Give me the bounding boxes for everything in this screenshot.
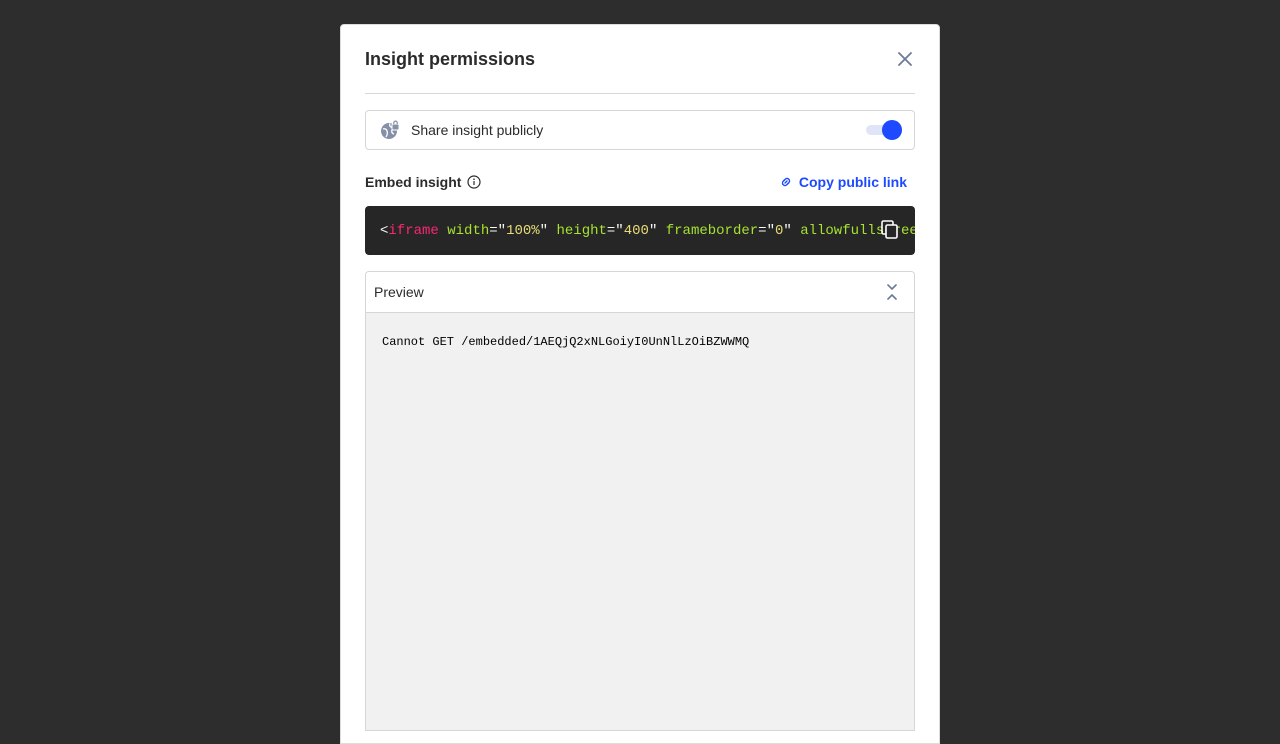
code-value: 100% — [506, 222, 540, 239]
insight-permissions-modal: Insight permissions Share insight public… — [340, 24, 940, 744]
share-publicly-toggle[interactable] — [866, 120, 902, 140]
link-icon — [779, 175, 793, 189]
preview-header[interactable]: Preview — [366, 272, 914, 313]
copy-icon — [881, 220, 898, 239]
embed-title-text: Embed insight — [365, 174, 462, 190]
embed-code-block[interactable]: <iframe width="100%" height="400" frameb… — [365, 206, 915, 255]
code-token: " — [539, 222, 557, 239]
modal-header: Insight permissions — [365, 25, 915, 94]
code-token: =" — [758, 222, 775, 239]
copy-public-link-button[interactable]: Copy public link — [779, 174, 907, 190]
collapse-icon — [887, 284, 897, 300]
code-attr: frameborder — [665, 222, 759, 239]
info-icon[interactable] — [467, 175, 482, 189]
modal-title: Insight permissions — [365, 48, 536, 69]
code-attr: width — [447, 222, 490, 239]
close-icon — [898, 52, 912, 66]
share-publicly-row: Share insight publicly — [365, 110, 915, 150]
toggle-knob — [882, 120, 902, 140]
share-label: Share insight publicly — [411, 122, 544, 138]
preview-label: Preview — [374, 284, 424, 300]
code-token: =" — [606, 222, 624, 239]
preview-iframe: Cannot GET /embedded/1AEQjQ2xNLGoiyI0UnN… — [366, 313, 914, 730]
preview-error-text: Cannot GET /embedded/1AEQjQ2xNLGoiyI0UnN… — [382, 335, 750, 349]
globe-lock-icon — [380, 120, 400, 140]
copy-code-button[interactable] — [881, 220, 901, 240]
close-button[interactable] — [893, 47, 917, 71]
preview-panel: Preview Cannot GET /embedded/1AEQjQ2xNLG… — [365, 271, 915, 731]
collapse-preview-button[interactable] — [880, 280, 904, 304]
code-token: " — [783, 222, 801, 239]
code-attr: height — [556, 222, 607, 239]
code-value: 400 — [623, 222, 649, 239]
code-token: " — [648, 222, 666, 239]
embed-title: Embed insight — [365, 174, 482, 190]
embed-code: <iframe width="100%" height="400" frameb… — [380, 223, 915, 239]
copy-public-link-label: Copy public link — [798, 174, 907, 190]
code-token: =" — [489, 222, 507, 239]
code-tag: iframe — [388, 222, 439, 239]
embed-header: Embed insight Copy public link — [365, 172, 915, 192]
